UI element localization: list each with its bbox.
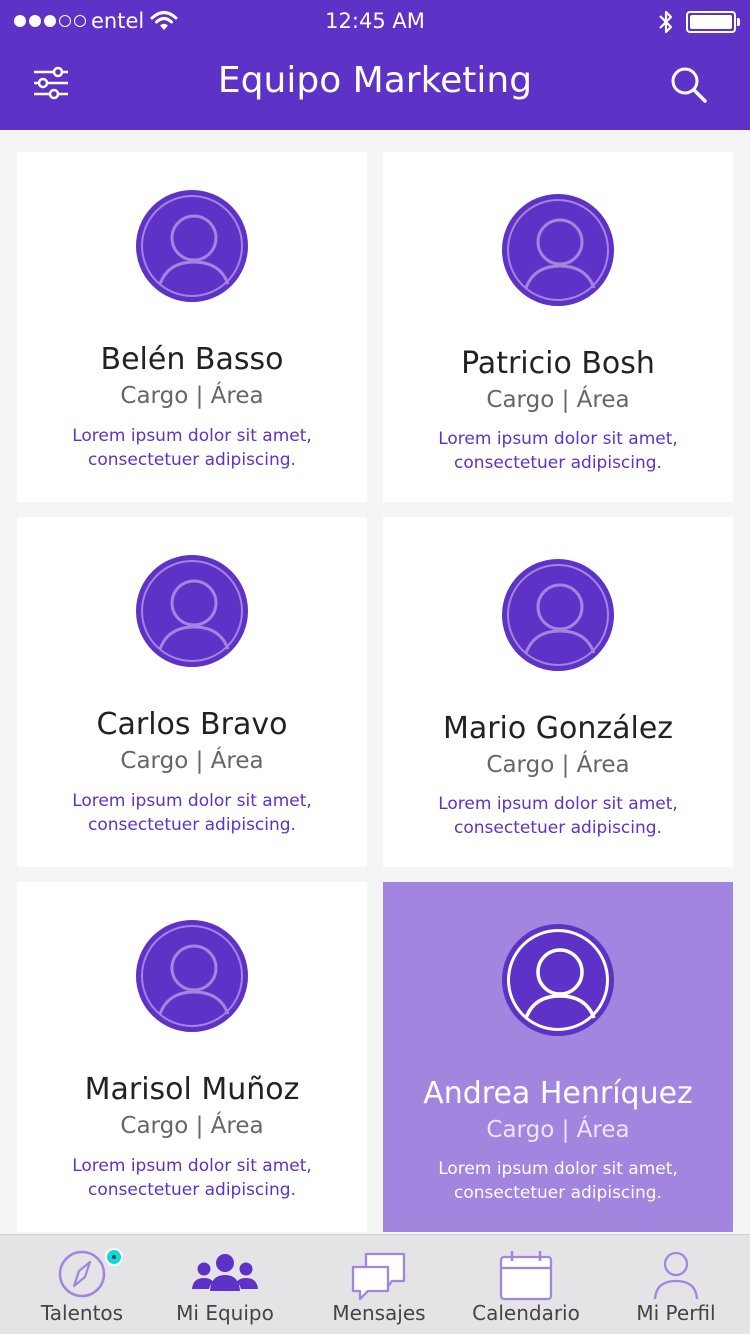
description-line: Lorem ipsum dolor sit amet,	[438, 429, 678, 449]
member-description: Lorem ipsum dolor sit amet, consectetuer…	[17, 1154, 367, 1202]
page-title: Equipo Marketing	[217, 60, 533, 101]
avatar	[136, 190, 248, 302]
user-avatar-icon	[524, 583, 596, 654]
member-name: Patricio Bosh	[461, 346, 655, 381]
member-role: Cargo | Área	[120, 383, 264, 409]
team-member-card[interactable]: Carlos Bravo Cargo | Área Lorem ipsum do…	[17, 517, 367, 867]
team-member-card-selected[interactable]: Andrea Henríquez Cargo | Área Lorem ipsu…	[383, 882, 733, 1232]
member-name: Andrea Henríquez	[423, 1076, 693, 1111]
tab-label: Mi Perfil	[636, 1301, 716, 1325]
tab-label: Talentos	[40, 1301, 124, 1325]
description-line: consectetuer adipiscing.	[454, 1183, 662, 1203]
member-role: Cargo | Área	[486, 387, 630, 413]
team-member-card[interactable]: Patricio Bosh Cargo | Área Lorem ipsum d…	[383, 152, 733, 502]
description-line: consectetuer adipiscing.	[88, 1180, 296, 1200]
member-description: Lorem ipsum dolor sit amet, consectetuer…	[383, 427, 733, 475]
avatar	[502, 194, 614, 306]
team-member-card[interactable]: Mario González Cargo | Área Lorem ipsum …	[383, 517, 733, 867]
member-name: Mario González	[442, 711, 674, 746]
member-description: Lorem ipsum dolor sit amet, consectetuer…	[383, 792, 733, 840]
user-avatar-icon	[158, 579, 230, 650]
team-member-card[interactable]: Marisol Muñoz Cargo | Área Lorem ipsum d…	[17, 882, 367, 1232]
tab-calendario[interactable]: Calendario	[456, 1235, 596, 1334]
status-bar: entel 12:45 AM	[0, 0, 750, 44]
avatar	[136, 920, 248, 1032]
notification-badge	[105, 1248, 123, 1266]
member-description: Lorem ipsum dolor sit amet, consectetuer…	[17, 424, 367, 472]
user-avatar-icon	[158, 214, 230, 285]
member-description: Lorem ipsum dolor sit amet, consectetuer…	[383, 1157, 733, 1205]
description-line: consectetuer adipiscing.	[88, 815, 296, 835]
description-line: consectetuer adipiscing.	[454, 453, 662, 473]
tab-mi-equipo[interactable]: Mi Equipo	[155, 1235, 295, 1334]
user-icon	[653, 1251, 699, 1300]
bluetooth-icon	[659, 10, 673, 34]
tab-label: Mensajes	[332, 1301, 426, 1325]
avatar	[502, 559, 614, 671]
member-role: Cargo | Área	[120, 1113, 264, 1139]
search-button[interactable]	[666, 62, 712, 108]
user-avatar-icon	[524, 218, 596, 289]
description-line: Lorem ipsum dolor sit amet,	[72, 1156, 312, 1176]
team-member-card[interactable]: Belén Basso Cargo | Área Lorem ipsum dol…	[17, 152, 367, 502]
member-name: Marisol Muñoz	[84, 1072, 300, 1107]
tab-label: Mi Equipo	[176, 1301, 274, 1325]
battery-icon	[686, 11, 740, 33]
member-role: Cargo | Área	[486, 1117, 630, 1143]
user-avatar-icon	[524, 948, 596, 1019]
tab-talentos[interactable]: Talentos	[12, 1235, 152, 1334]
member-role: Cargo | Área	[486, 752, 630, 778]
tab-label: Calendario	[472, 1301, 580, 1325]
tab-mi-perfil[interactable]: Mi Perfil	[606, 1235, 746, 1334]
avatar	[136, 555, 248, 667]
member-name: Carlos Bravo	[96, 707, 288, 742]
chat-bubbles-icon	[351, 1252, 406, 1301]
tab-mensajes[interactable]: Mensajes	[309, 1235, 449, 1334]
compass-icon	[58, 1250, 106, 1298]
calendar-icon	[499, 1251, 553, 1301]
member-name: Belén Basso	[100, 342, 284, 377]
bottom-tab-bar: Talentos Mi Equipo Mensajes Calendario M…	[0, 1234, 750, 1334]
team-icon	[192, 1254, 258, 1291]
description-line: Lorem ipsum dolor sit amet,	[438, 794, 678, 814]
search-icon	[671, 67, 707, 103]
app-header: entel 12:45 AM Equipo Marketing	[0, 0, 750, 130]
description-line: Lorem ipsum dolor sit amet,	[72, 426, 312, 446]
description-line: Lorem ipsum dolor sit amet,	[72, 791, 312, 811]
member-role: Cargo | Área	[120, 748, 264, 774]
status-time: 12:45 AM	[325, 9, 425, 33]
description-line: consectetuer adipiscing.	[88, 450, 296, 470]
member-description: Lorem ipsum dolor sit amet, consectetuer…	[17, 789, 367, 837]
description-line: consectetuer adipiscing.	[454, 818, 662, 838]
avatar	[502, 924, 614, 1036]
user-avatar-icon	[158, 944, 230, 1015]
description-line: Lorem ipsum dolor sit amet,	[438, 1159, 678, 1179]
